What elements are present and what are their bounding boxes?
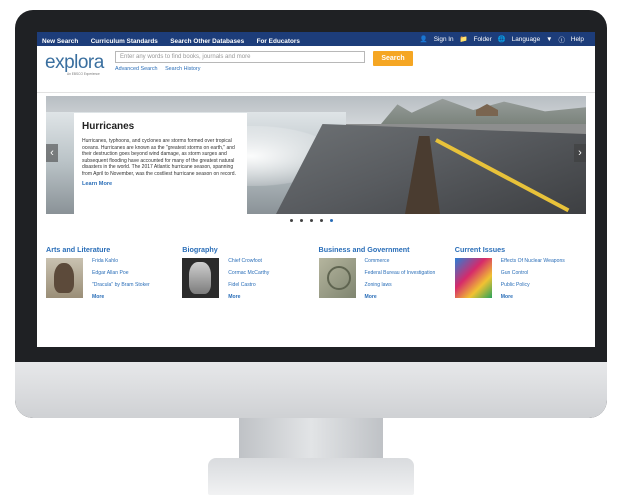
category-more-link[interactable]: More — [365, 294, 436, 300]
carousel-dot-5[interactable] — [330, 219, 333, 222]
user-icon: 👤 — [419, 36, 428, 43]
category-current-issues: Current Issues Effects Of Nuclear Weapon… — [454, 245, 591, 306]
carousel-dot-4[interactable] — [320, 219, 323, 222]
category-link[interactable]: Frida Kahlo — [92, 258, 150, 264]
category-link[interactable]: Cormac McCarthy — [228, 270, 269, 276]
nav-curriculum-standards[interactable]: Curriculum Standards — [91, 38, 158, 45]
advanced-search-link[interactable]: Advanced Search — [115, 66, 158, 72]
carousel-dot-3[interactable] — [310, 219, 313, 222]
category-link[interactable]: Chief Crowfoot — [228, 258, 269, 264]
category-title[interactable]: Business and Government — [319, 245, 455, 254]
category-title[interactable]: Current Issues — [455, 245, 591, 254]
hero-card: Hurricanes Hurricanes, typhoons, and cyc… — [74, 113, 247, 214]
hero-description: Hurricanes, typhoons, and cyclones are s… — [82, 138, 236, 177]
category-link[interactable]: Edgar Allan Poe — [92, 270, 150, 276]
screen: New Search Curriculum Standards Search O… — [37, 32, 595, 347]
carousel-dot-1[interactable] — [290, 219, 293, 222]
search-area: Enter any words to find books, journals … — [115, 51, 365, 72]
globe-icon: 🌐 — [497, 36, 506, 43]
category-body: Chief Crowfoot Cormac McCarthy Fidel Cas… — [182, 258, 318, 306]
category-link[interactable]: Federal Bureau of Investigation — [365, 270, 436, 276]
category-arts-literature: Arts and Literature Frida Kahlo Edgar Al… — [46, 245, 182, 306]
search-button[interactable]: Search — [373, 51, 413, 66]
search-input[interactable]: Enter any words to find books, journals … — [115, 51, 365, 63]
help-link[interactable]: Help — [571, 36, 584, 43]
category-link[interactable]: Public Policy — [501, 282, 565, 288]
top-nav: New Search Curriculum Standards Search O… — [37, 32, 595, 46]
category-thumbnail[interactable] — [182, 258, 220, 298]
category-more-link[interactable]: More — [501, 294, 565, 300]
language-menu[interactable]: Language — [512, 36, 540, 43]
search-links: Advanced Search Search History — [115, 66, 365, 72]
category-title[interactable]: Arts and Literature — [46, 245, 182, 254]
logo-word: explora — [45, 52, 104, 73]
explora-logo[interactable]: explora An EBSCO Experience — [45, 52, 109, 80]
top-nav-right: 👤 Sign In 📁 Folder 🌐 Language ▼ ⓘ Help — [420, 35, 590, 44]
category-links: Effects Of Nuclear Weapons Gun Control P… — [501, 258, 565, 306]
chevron-right-icon: › — [578, 147, 582, 159]
carousel-dot-2[interactable] — [300, 219, 303, 222]
nav-for-educators[interactable]: For Educators — [257, 38, 300, 45]
carousel-dots — [290, 219, 340, 222]
learn-more-link[interactable]: Learn More — [82, 181, 239, 187]
category-links: Frida Kahlo Edgar Allan Poe "Dracula" by… — [92, 258, 150, 306]
search-bar: explora An EBSCO Experience Enter any wo… — [37, 46, 595, 93]
nav-new-search[interactable]: New Search — [42, 38, 78, 45]
hero-title: Hurricanes — [82, 121, 135, 132]
search-history-link[interactable]: Search History — [165, 66, 200, 72]
category-thumbnail[interactable] — [318, 258, 356, 298]
category-thumbnail[interactable] — [46, 258, 83, 298]
category-thumbnail[interactable] — [454, 258, 492, 298]
chevron-down-icon: ▼ — [546, 35, 553, 43]
folder-icon: 📁 — [459, 36, 468, 43]
category-section: Arts and Literature Frida Kahlo Edgar Al… — [46, 245, 591, 306]
monitor-chin — [15, 362, 607, 418]
category-title[interactable]: Biography — [182, 245, 318, 254]
nav-search-other-databases[interactable]: Search Other Databases — [170, 38, 244, 45]
category-more-link[interactable]: More — [92, 294, 150, 300]
carousel-next-button[interactable]: › — [574, 144, 586, 162]
logo-subtitle: An EBSCO Experience — [67, 72, 100, 76]
carousel-prev-button[interactable]: ‹ — [46, 144, 58, 162]
category-link[interactable]: Gun Control — [501, 270, 565, 276]
category-biography: Biography Chief Crowfoot Cormac McCarthy… — [182, 245, 318, 306]
sign-in-link[interactable]: Sign In — [434, 36, 454, 43]
category-body: Commerce Federal Bureau of Investigation… — [318, 258, 455, 306]
category-link[interactable]: "Dracula" by Bram Stoker — [92, 282, 150, 288]
monitor-stand-base — [208, 458, 414, 495]
category-link[interactable]: Commerce — [365, 258, 436, 264]
category-business-government: Business and Government Commerce Federal… — [318, 245, 455, 306]
folder-link[interactable]: Folder — [474, 36, 492, 43]
category-links: Chief Crowfoot Cormac McCarthy Fidel Cas… — [228, 258, 269, 306]
hero-carousel: Hurricanes Hurricanes, typhoons, and cyc… — [46, 96, 586, 214]
category-link[interactable]: Zoning laws — [365, 282, 436, 288]
category-more-link[interactable]: More — [228, 294, 269, 300]
help-icon: ⓘ — [558, 36, 565, 44]
category-body: Effects Of Nuclear Weapons Gun Control P… — [454, 258, 591, 306]
category-link[interactable]: Effects Of Nuclear Weapons — [501, 258, 565, 264]
chevron-left-icon: ‹ — [50, 147, 54, 159]
category-links: Commerce Federal Bureau of Investigation… — [365, 258, 436, 306]
monitor-stand-neck — [239, 418, 383, 462]
category-body: Frida Kahlo Edgar Allan Poe "Dracula" by… — [46, 258, 182, 306]
category-link[interactable]: Fidel Castro — [228, 282, 269, 288]
